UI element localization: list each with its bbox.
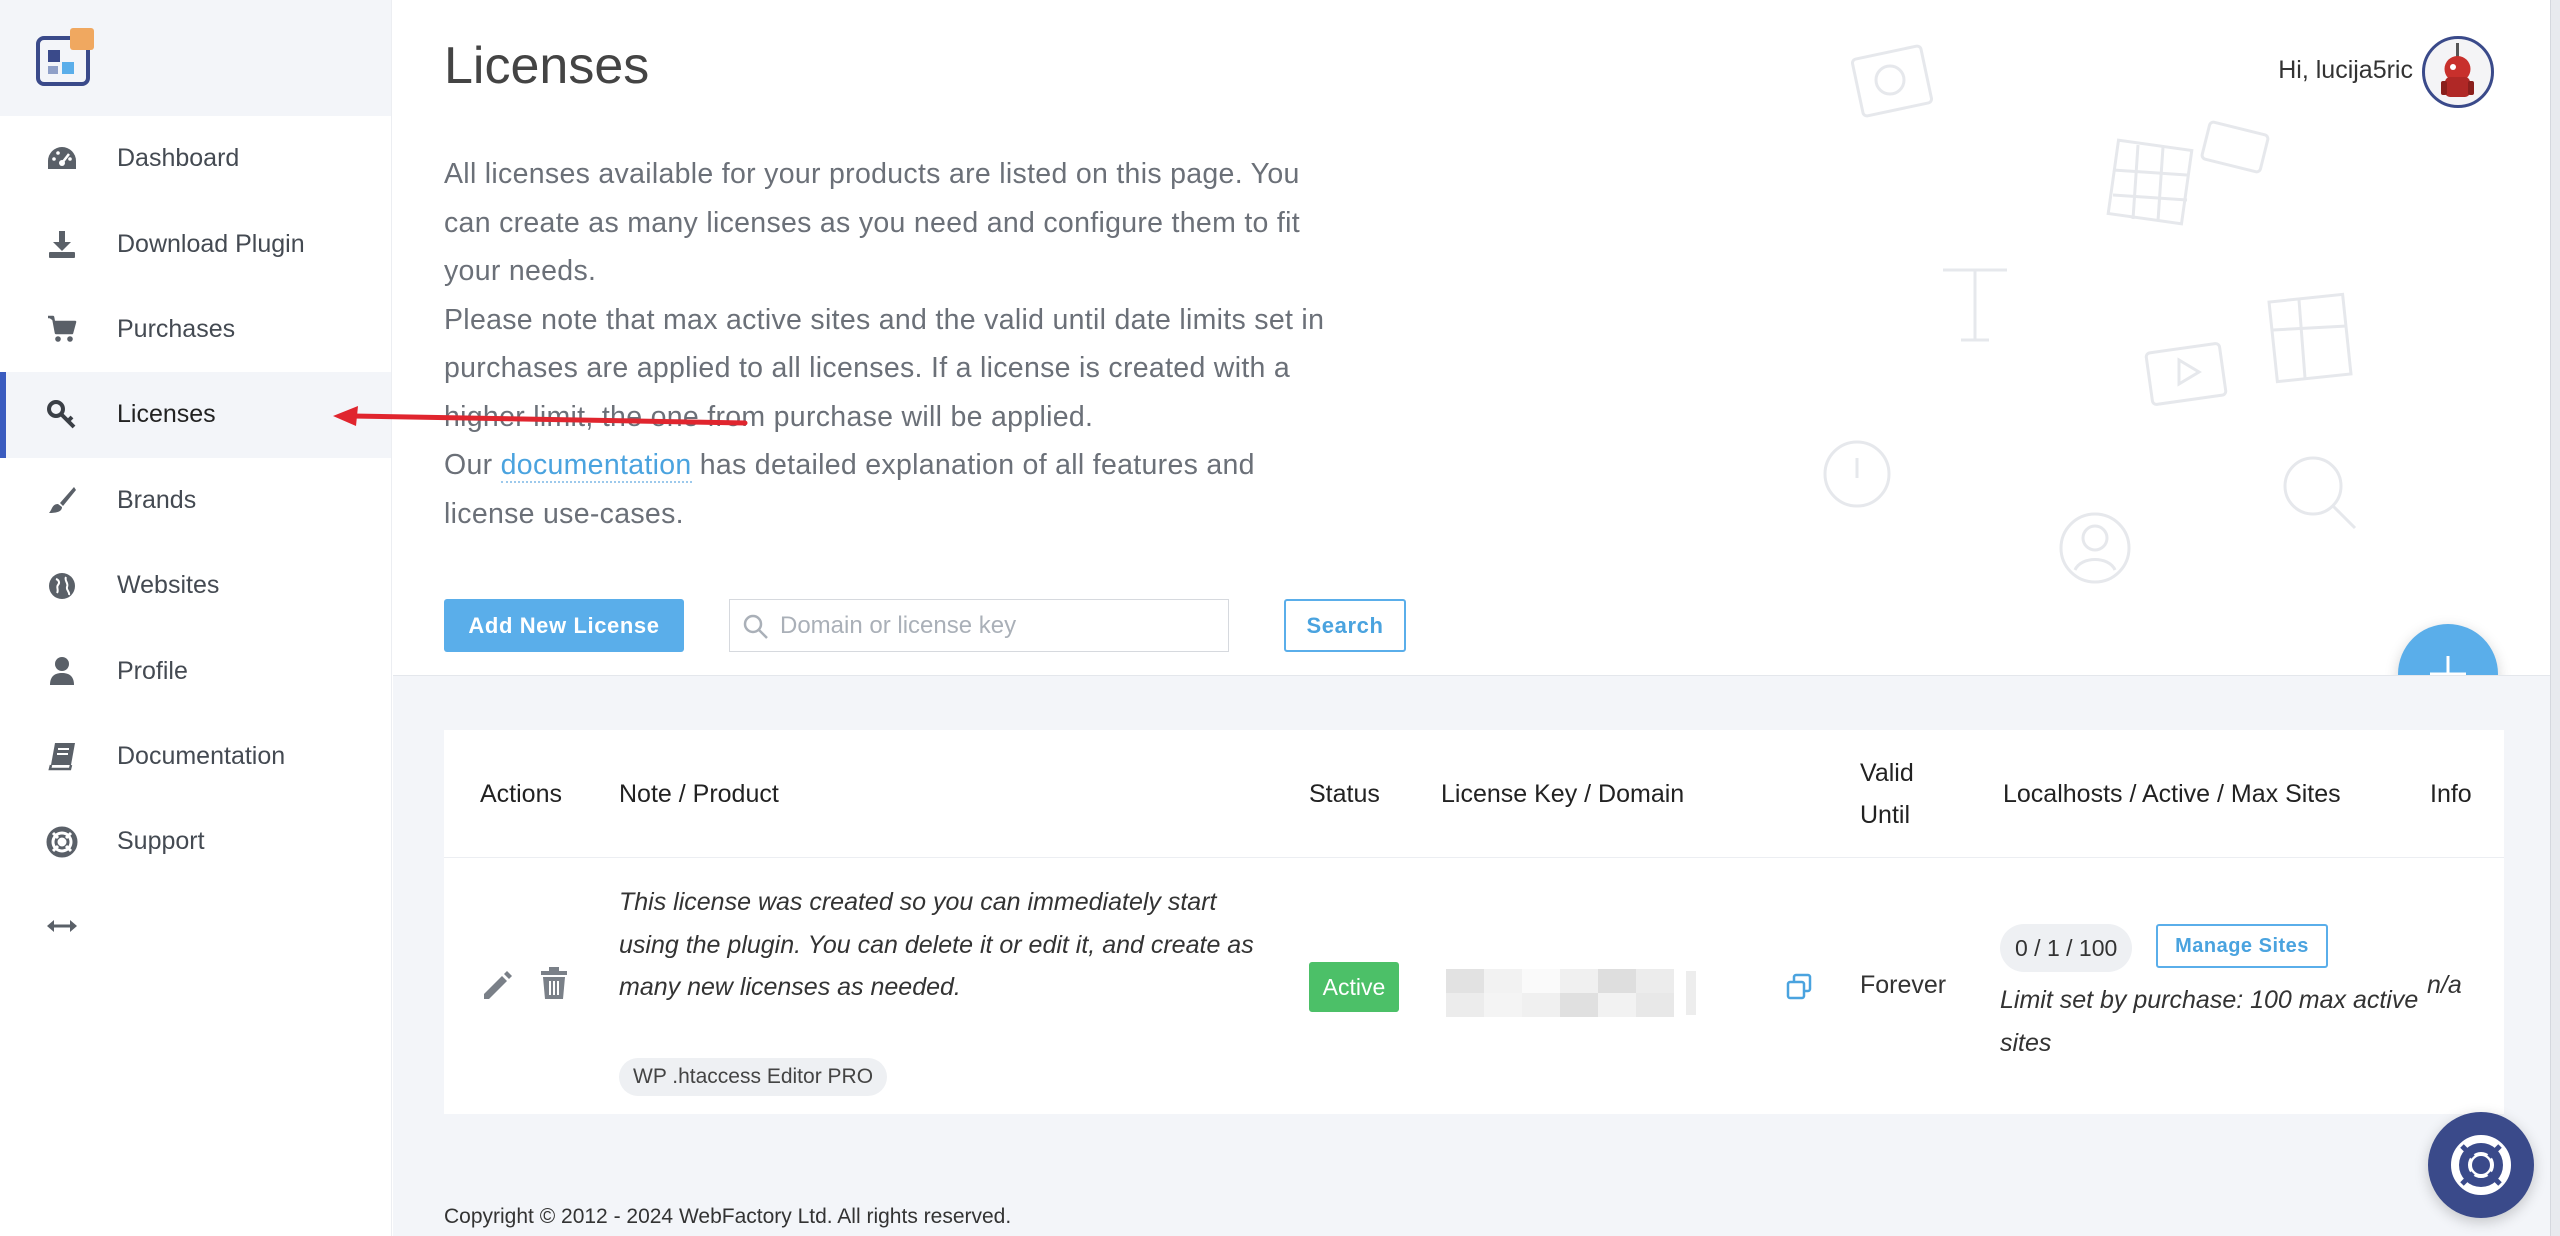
- sidebar: Dashboard Download Plugin Purchases Lice…: [0, 0, 392, 1236]
- column-header-actions: Actions: [480, 780, 562, 808]
- sidebar-item-download-plugin[interactable]: Download Plugin: [0, 201, 391, 286]
- add-new-license-button[interactable]: Add New License: [444, 599, 684, 652]
- intro-paragraph-1: All licenses available for your products…: [444, 158, 1300, 287]
- sidebar-item-label: Profile: [117, 656, 188, 685]
- sidebar-item-dashboard[interactable]: Dashboard: [0, 116, 391, 201]
- search-input[interactable]: [780, 600, 1220, 651]
- search-field[interactable]: [729, 599, 1229, 652]
- brand-logo[interactable]: [34, 28, 98, 88]
- column-header-status: Status: [1309, 780, 1380, 808]
- sidebar-item-purchases[interactable]: Purchases: [0, 287, 391, 372]
- sidebar-item-label: Dashboard: [117, 144, 240, 173]
- help-button[interactable]: [2428, 1112, 2534, 1218]
- limit-note: Limit set by purchase: 100 max active si…: [2000, 986, 2419, 1057]
- column-header-sites: Localhosts / Active / Max Sites: [2003, 780, 2341, 808]
- license-key-redacted: [1446, 969, 1696, 1017]
- manage-sites-button[interactable]: Manage Sites: [2156, 924, 2328, 968]
- sidebar-item-label: Documentation: [117, 741, 286, 770]
- column-header-info: Info: [2430, 780, 2472, 808]
- documentation-link[interactable]: documentation: [500, 449, 692, 483]
- key-icon: [44, 397, 80, 433]
- copyright: Copyright © 2012 - 2024 WebFactory Ltd. …: [444, 1205, 1012, 1228]
- column-header-valid: Valid Until: [1860, 759, 1914, 829]
- column-header-key: License Key / Domain: [1441, 780, 1685, 808]
- licenses-section: Actions Note / Product Status License Ke…: [393, 675, 2550, 1236]
- sidebar-item-licenses[interactable]: Licenses: [0, 372, 391, 458]
- license-info: n/a: [2427, 971, 2462, 999]
- lifebuoy-icon: [2451, 1135, 2511, 1195]
- sidebar-nav: Dashboard Download Plugin Purchases Lice…: [0, 116, 391, 885]
- page-description: All licenses available for your products…: [444, 150, 1344, 538]
- sidebar-item-support[interactable]: Support: [0, 799, 391, 884]
- copy-icon[interactable]: [1784, 972, 1814, 1002]
- status-badge: Active: [1309, 962, 1399, 1012]
- sidebar-item-label: Websites: [117, 571, 220, 600]
- cart-icon: [44, 311, 80, 347]
- column-header-note: Note / Product: [619, 780, 779, 808]
- sidebar-item-label: Purchases: [117, 314, 236, 343]
- intro-paragraph-2: Please note that max active sites and th…: [444, 303, 1325, 433]
- search-icon: [743, 614, 768, 639]
- valid-until: Forever: [1860, 971, 1947, 999]
- lifebuoy-icon: [44, 824, 80, 860]
- user-icon: [44, 653, 80, 689]
- book-icon: [44, 738, 80, 774]
- sidebar-item-documentation[interactable]: Documentation: [0, 714, 391, 799]
- search-button[interactable]: Search: [1284, 599, 1406, 652]
- download-icon: [44, 226, 80, 262]
- sidebar-item-websites[interactable]: Websites: [0, 543, 391, 628]
- globe-icon: [44, 568, 80, 604]
- sidebar-item-label: Download Plugin: [117, 229, 305, 258]
- page-title: Licenses: [444, 37, 650, 95]
- window-edge: [2550, 0, 2560, 1236]
- sidebar-item-profile[interactable]: Profile: [0, 628, 391, 713]
- sidebar-item-label: Licenses: [117, 400, 216, 429]
- logo-area: [0, 0, 391, 116]
- edit-icon[interactable]: [478, 967, 514, 1003]
- main-content: Licenses All licenses available for your…: [393, 0, 2550, 1236]
- table-row: This license was created so you can imme…: [444, 859, 2504, 1114]
- table-header: Actions Note / Product Status License Ke…: [444, 730, 2504, 858]
- product-badge: WP .htaccess Editor PRO: [619, 1058, 888, 1096]
- page-header: Licenses All licenses available for your…: [393, 0, 2550, 675]
- user-greeting: Hi, lucija5ric: [2278, 56, 2413, 84]
- sidebar-item-brands[interactable]: Brands: [0, 458, 391, 543]
- dashboard-icon: [44, 141, 80, 177]
- brush-icon: [44, 482, 80, 518]
- intro-prefix: Our: [444, 449, 493, 481]
- avatar[interactable]: [2422, 36, 2494, 108]
- intro-paragraph-3: Our documentation has detailed explanati…: [444, 441, 1344, 538]
- delete-icon[interactable]: [536, 965, 572, 1001]
- sidebar-item-label: Support: [117, 827, 205, 856]
- resize-sidebar-icon[interactable]: [44, 908, 80, 944]
- site-counts: 0 / 1 / 100: [2000, 924, 2133, 972]
- licenses-table: Actions Note / Product Status License Ke…: [444, 730, 2504, 1114]
- license-note: This license was created so you can imme…: [619, 888, 1254, 1001]
- sidebar-item-label: Brands: [117, 485, 197, 514]
